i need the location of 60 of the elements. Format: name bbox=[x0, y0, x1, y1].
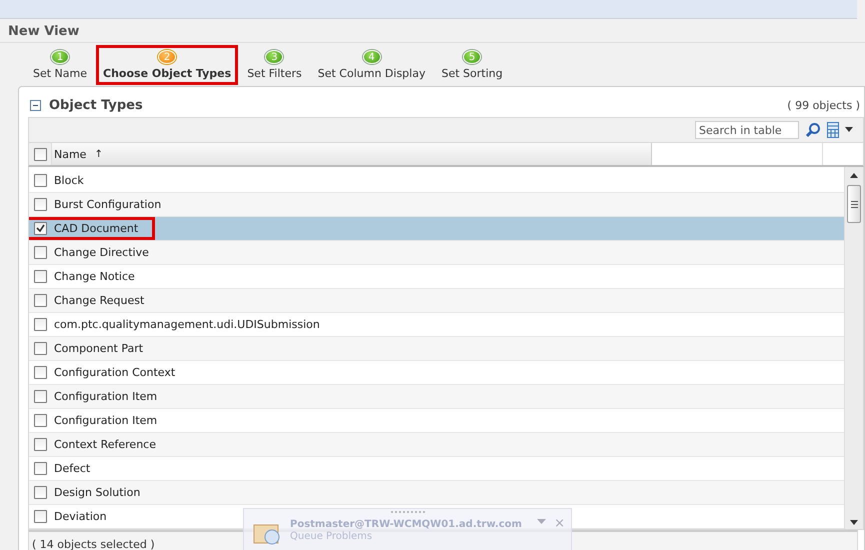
wizard-step[interactable]: 5 Set Sorting bbox=[434, 45, 510, 85]
row-checkbox[interactable] bbox=[34, 414, 46, 427]
wizard-step[interactable]: 2 Choose Object Types bbox=[96, 45, 238, 85]
row-checkbox[interactable] bbox=[34, 366, 46, 379]
search-field[interactable]: Search in table bbox=[695, 121, 799, 139]
column-header[interactable]: Name ↑ bbox=[51, 143, 652, 165]
table-cell-text: Configuration Item bbox=[53, 390, 158, 403]
table-row[interactable]: Burst Configuration bbox=[29, 193, 844, 217]
wizard-step[interactable]: 4 Set Column Display bbox=[310, 45, 432, 85]
table-row[interactable]: Design Solution bbox=[29, 481, 844, 505]
table-cell-text: Change Request bbox=[53, 294, 144, 307]
table-cell-text: Component Part bbox=[53, 342, 144, 355]
row-checkbox[interactable] bbox=[34, 390, 46, 403]
table-cell-text: Configuration Context bbox=[53, 366, 176, 379]
sort-arrow-icon: ↑ bbox=[94, 148, 103, 160]
scrollbar[interactable] bbox=[844, 167, 863, 529]
table-row[interactable]: Configuration Item bbox=[29, 385, 844, 409]
row-checkbox[interactable] bbox=[34, 486, 46, 499]
scroll-thumb[interactable] bbox=[847, 185, 861, 223]
wizard-step[interactable]: 3 Set Filters bbox=[240, 45, 309, 85]
row-checkbox[interactable] bbox=[34, 438, 46, 451]
table-row[interactable]: CAD Document bbox=[29, 217, 844, 241]
table-cell-text: Design Solution bbox=[53, 486, 140, 499]
table-cell-text: Configuration Item bbox=[53, 414, 158, 427]
table-cell-text: CAD Document bbox=[53, 222, 138, 235]
object-count: ( 99 objects ) bbox=[787, 98, 860, 112]
table-row[interactable]: Change Request bbox=[29, 289, 844, 313]
collapse-icon[interactable] bbox=[30, 100, 41, 110]
scroll-down-icon[interactable] bbox=[850, 520, 858, 525]
wizard-step[interactable]: 1 Set Name bbox=[26, 45, 94, 85]
scroll-up-icon[interactable] bbox=[850, 173, 858, 178]
row-checkbox[interactable] bbox=[34, 318, 46, 331]
table-row[interactable]: Context Reference bbox=[29, 433, 844, 457]
table-row[interactable]: Component Part bbox=[29, 337, 844, 361]
notification-message: Queue Problems bbox=[290, 531, 374, 543]
search-icon[interactable] bbox=[805, 122, 821, 138]
table-cell-text: Change Notice bbox=[53, 270, 135, 283]
row-checkbox[interactable] bbox=[34, 174, 46, 187]
table-cell-text: Burst Configuration bbox=[53, 198, 162, 211]
table-cell-text: Defect bbox=[53, 462, 90, 475]
row-checkbox[interactable] bbox=[34, 294, 46, 307]
row-checkbox[interactable] bbox=[34, 270, 46, 283]
table-cell-text: com.ptc.qualitymanagement.udi.UDISubmission bbox=[53, 318, 320, 331]
row-checkbox[interactable] bbox=[34, 342, 46, 355]
table-view-icon[interactable] bbox=[827, 122, 839, 138]
table-cell-text: Context Reference bbox=[53, 438, 156, 451]
row-checkbox[interactable] bbox=[34, 510, 46, 523]
row-checkbox[interactable] bbox=[34, 198, 46, 211]
table-row[interactable]: Change Directive bbox=[29, 241, 844, 265]
window-title: New View bbox=[7, 23, 80, 41]
row-checkbox[interactable] bbox=[34, 246, 46, 259]
select-all-checkbox[interactable] bbox=[34, 148, 46, 160]
table-cell-text: Change Directive bbox=[53, 246, 149, 259]
row-checkbox[interactable] bbox=[34, 462, 46, 475]
table-cell-text: Block bbox=[53, 174, 84, 187]
dropdown-caret-icon[interactable] bbox=[845, 127, 853, 133]
notification-title: Postmaster@TRW-WCMQW01.ad.trw.com bbox=[290, 519, 523, 531]
panel-title: Object Types bbox=[49, 98, 143, 112]
row-checkbox[interactable] bbox=[34, 222, 46, 235]
table-cell-text: Deviation bbox=[53, 510, 107, 523]
